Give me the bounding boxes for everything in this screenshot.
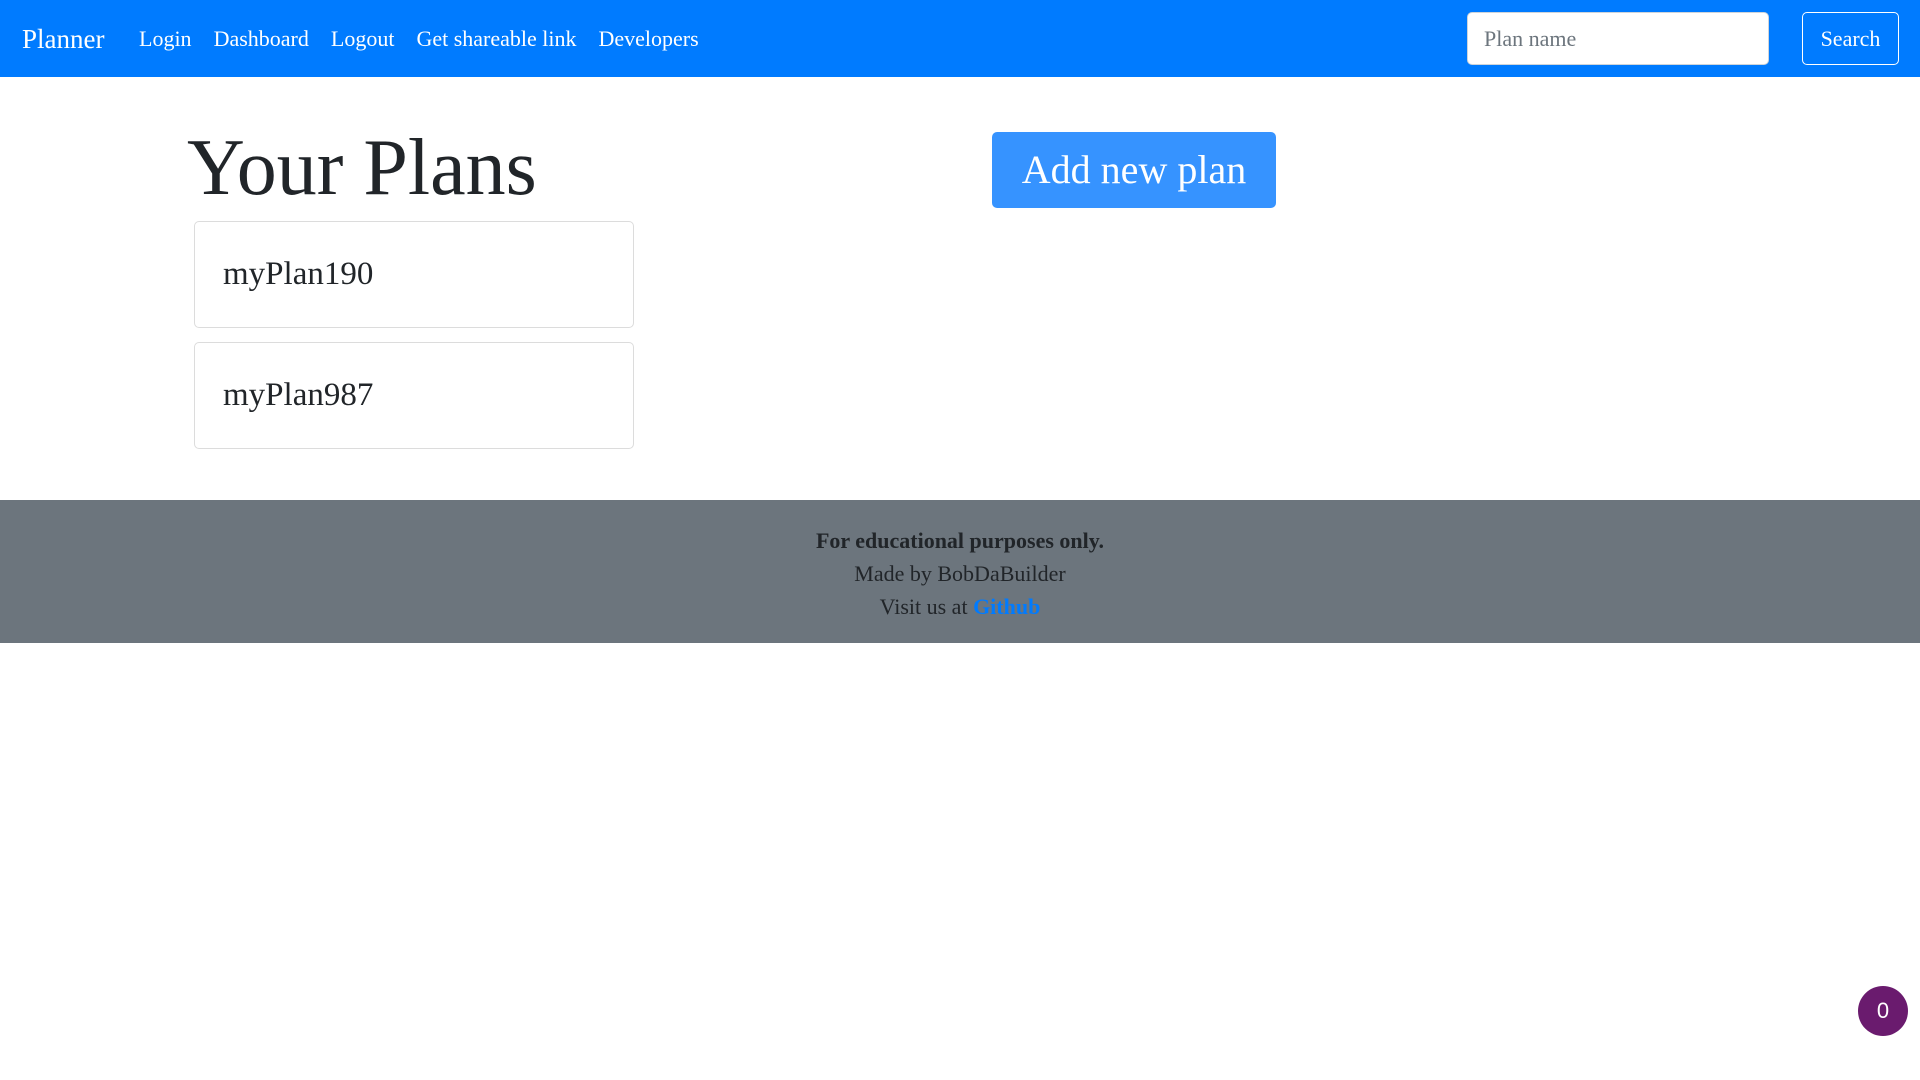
nav-link-developers[interactable]: Developers [599, 24, 699, 54]
footer-credit: Made by BobDaBuilder [854, 561, 1066, 586]
plan-card[interactable]: myPlan987 [194, 342, 634, 449]
nav-link-logout[interactable]: Logout [331, 24, 395, 54]
footer-visit-prefix: Visit us at [879, 594, 974, 619]
page-title: Your Plans [187, 124, 537, 212]
search-button[interactable]: Search [1802, 12, 1899, 65]
plan-search-input[interactable] [1467, 12, 1769, 65]
nav-link-login[interactable]: Login [139, 24, 192, 54]
plan-name: myPlan987 [223, 377, 374, 413]
nav-links: Login Dashboard Logout Get shareable lin… [139, 24, 699, 54]
nav-link-dashboard[interactable]: Dashboard [214, 24, 309, 54]
brand-logo[interactable]: Planner [22, 22, 104, 56]
github-link[interactable]: Github [973, 594, 1040, 619]
footer: For educational purposes only. Made by B… [0, 500, 1920, 643]
nav-link-shareable-link[interactable]: Get shareable link [416, 24, 576, 54]
notification-count-badge[interactable]: 0 [1858, 986, 1908, 1036]
top-navbar: Planner Login Dashboard Logout Get share… [0, 0, 1920, 77]
plan-list: myPlan190 myPlan987 [194, 221, 634, 463]
footer-disclaimer: For educational purposes only. [815, 528, 1105, 553]
footer-visit-line: Visit us at Github [0, 590, 1920, 623]
plan-name: myPlan190 [223, 256, 374, 292]
plan-card[interactable]: myPlan190 [194, 221, 634, 328]
add-new-plan-button[interactable]: Add new plan [992, 132, 1276, 208]
